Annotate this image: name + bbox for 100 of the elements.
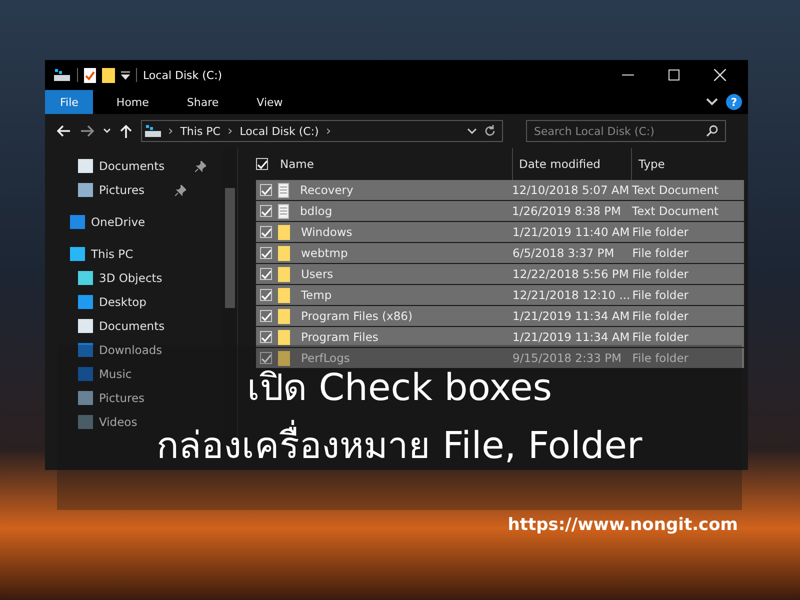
sidebar-item[interactable]: Music — [78, 362, 136, 386]
up-icon[interactable] — [120, 124, 132, 138]
location-icon — [78, 415, 93, 429]
file-name: Recovery — [299, 183, 354, 197]
folder-icon — [278, 246, 290, 260]
breadcrumb[interactable]: This PC — [180, 124, 220, 138]
search-icon[interactable] — [706, 125, 718, 137]
address-bar[interactable]: › This PC › Local Disk (C:) › — [141, 120, 503, 142]
file-row[interactable]: Temp 12/21/2018 12:10 ... File folder — [256, 285, 744, 305]
document-icon — [278, 204, 289, 218]
sidebar-item[interactable]: Desktop — [78, 290, 150, 314]
select-all-checkbox[interactable] — [256, 158, 268, 170]
sidebar-item[interactable]: Pictures — [78, 178, 190, 202]
location-icon — [78, 343, 93, 357]
refresh-icon[interactable] — [484, 125, 496, 137]
folder-icon — [278, 308, 290, 324]
sidebar-item[interactable]: This PC — [70, 242, 138, 266]
search-field[interactable]: Search Local Disk (C:) — [526, 120, 726, 142]
file-name: bdlog — [299, 204, 334, 218]
row-checkbox[interactable] — [260, 331, 272, 343]
location-icon — [78, 159, 93, 173]
row-checkbox[interactable] — [260, 268, 272, 280]
date-cell-text: 12/21/2018 12:10 ... — [512, 288, 632, 302]
sidebar-item[interactable]: OneDrive — [70, 210, 150, 234]
type-cell-text: Text Document — [632, 183, 720, 197]
location-icon — [78, 391, 93, 405]
date-cell-text: 12/22/2018 5:56 PM — [512, 267, 630, 281]
date-cell-text: 1/21/2019 11:34 AM — [512, 309, 631, 323]
row-checkbox[interactable] — [260, 205, 272, 217]
row-checkbox[interactable] — [260, 352, 272, 364]
ribbon-tab[interactable]: View — [242, 90, 298, 114]
maximize-icon[interactable] — [668, 69, 680, 81]
folder-icon — [278, 266, 290, 282]
row-checkbox[interactable] — [260, 310, 272, 322]
date-cell-text: 12/10/2018 5:07 AM — [512, 183, 630, 197]
caret-icon[interactable] — [467, 128, 477, 134]
file-name: Users — [300, 267, 334, 281]
file-row[interactable]: webtmp 6/5/2018 3:37 PM File folder — [256, 243, 744, 263]
sidebar-item[interactable]: Documents — [78, 154, 210, 178]
location-icon — [78, 295, 93, 309]
row-checkbox[interactable] — [260, 226, 272, 238]
location-icon — [70, 215, 85, 229]
ribbon-tab[interactable]: Home — [101, 90, 164, 114]
type-cell-text: File folder — [632, 309, 690, 323]
type-cell-text: File folder — [632, 288, 690, 302]
file-row[interactable]: Recovery 12/10/2018 5:07 AM Text Document — [256, 180, 744, 200]
type-cell-text: File folder — [632, 246, 690, 260]
row-checkbox[interactable] — [260, 184, 272, 196]
back-icon[interactable] — [57, 125, 71, 137]
breadcrumb-separator: › — [168, 124, 174, 138]
file-name: Temp — [300, 288, 333, 302]
type-cell-text: File folder — [632, 351, 690, 365]
type-cell-text: File folder — [632, 267, 690, 281]
folder-icon — [278, 288, 290, 302]
close-icon[interactable] — [714, 69, 726, 81]
date-cell-text: 6/5/2018 3:37 PM — [512, 246, 616, 260]
date-cell-text: 1/21/2019 11:34 AM — [512, 330, 631, 344]
file-row[interactable]: Users 12/22/2018 5:56 PM File folder — [256, 264, 744, 284]
folder-icon — [278, 330, 290, 344]
sidebar-item[interactable]: 3D Objects — [78, 266, 166, 290]
window-title: Local Disk (C:) — [143, 68, 222, 82]
caret-icon[interactable] — [103, 128, 111, 134]
date-cell-text: 9/15/2018 2:33 PM — [512, 351, 622, 365]
help-button[interactable]: ? — [726, 94, 742, 110]
file-row[interactable]: Program Files (x86) 1/21/2019 11:34 AM File folder — [256, 306, 744, 326]
breadcrumb-separator: › — [228, 124, 233, 138]
file-row[interactable]: bdlog 1/26/2019 8:38 PM Text Document — [256, 201, 744, 221]
file-name: PerfLogs — [300, 351, 351, 365]
drive-icon — [145, 124, 161, 138]
drive-icon — [53, 68, 71, 82]
row-checkbox[interactable] — [260, 247, 272, 259]
location-icon — [78, 271, 93, 285]
file-row[interactable]: Windows 1/21/2019 11:40 AM File folder — [256, 222, 744, 242]
row-checkbox[interactable] — [260, 289, 272, 301]
folder-icon — [278, 350, 290, 366]
date-cell-text: 1/21/2019 11:40 AM — [512, 225, 631, 239]
sidebar-item[interactable]: Videos — [78, 410, 142, 434]
chevron-icon[interactable] — [706, 98, 718, 106]
caption-text: เปิด Check boxes — [246, 366, 552, 410]
file-row[interactable]: Program Files 1/21/2019 11:34 AM File folder — [256, 327, 744, 347]
sidebar-item[interactable]: Pictures — [78, 386, 149, 410]
caret-icon[interactable] — [121, 70, 130, 80]
file-name: Windows — [300, 225, 354, 239]
file-name: Program Files (x86) — [300, 309, 414, 323]
location-icon — [78, 367, 93, 381]
breadcrumb[interactable]: Local Disk (C:) — [240, 124, 319, 138]
ribbon-tab[interactable]: File — [45, 90, 94, 114]
breadcrumb-separator: › — [326, 124, 332, 138]
folder-icon — [278, 224, 290, 240]
column-header[interactable]: Type — [632, 148, 744, 180]
sidebar-item[interactable]: Documents — [78, 314, 169, 338]
type-cell-text: Text Document — [632, 204, 720, 218]
location-icon — [70, 247, 85, 261]
file-name: webtmp — [300, 246, 349, 260]
location-icon — [78, 319, 93, 333]
ribbon-tab[interactable]: Share — [172, 90, 234, 114]
type-cell-text: File folder — [632, 225, 690, 239]
forward-icon[interactable] — [80, 125, 94, 137]
sidebar-item[interactable]: Downloads — [78, 338, 166, 362]
type-cell-text: File folder — [632, 330, 690, 344]
